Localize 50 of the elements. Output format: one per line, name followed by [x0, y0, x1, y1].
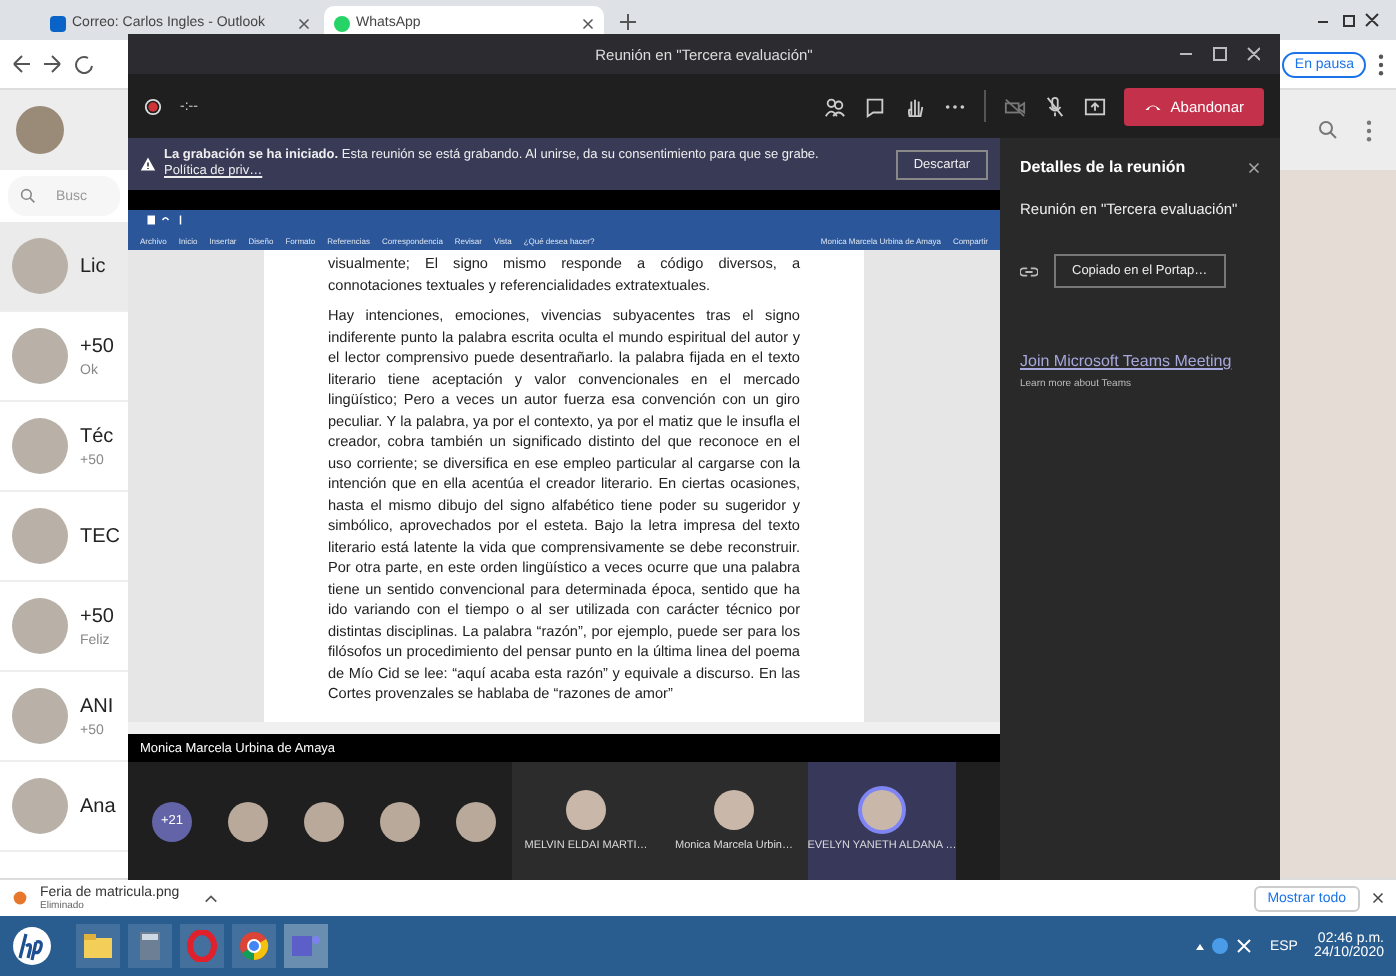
calculator-icon[interactable]: [128, 924, 172, 968]
file-icon: [12, 890, 28, 906]
participant-avatar: [380, 801, 420, 841]
avatar: [12, 508, 68, 564]
participant-avatar: [456, 801, 496, 841]
window-controls-icon[interactable]: [1316, 12, 1380, 28]
chat-icon[interactable]: [864, 95, 887, 117]
panel-title: Detalles de la reunión: [1020, 158, 1186, 176]
participant-avatar: [862, 790, 902, 830]
link-icon: [1020, 265, 1038, 277]
warning-icon: [140, 156, 156, 172]
mic-off-icon[interactable]: [1044, 95, 1067, 117]
menu-icon[interactable]: [1378, 53, 1384, 75]
camera-off-icon[interactable]: [1004, 95, 1027, 117]
search-icon: [20, 188, 36, 204]
raise-hand-icon[interactable]: [904, 95, 927, 117]
tab-favicon-icon: [334, 15, 350, 31]
caret-icon[interactable]: [203, 893, 218, 903]
avatar: [12, 418, 68, 474]
chrome-icon[interactable]: [232, 924, 276, 968]
avatar: [12, 688, 68, 744]
new-tab-icon[interactable]: [620, 14, 636, 30]
chat-item[interactable]: Lic: [0, 222, 128, 312]
join-meeting-link[interactable]: Join Microsoft Teams Meeting: [1020, 352, 1260, 370]
close-icon[interactable]: [298, 17, 310, 29]
phone-icon: [1144, 101, 1163, 111]
chat-item[interactable]: Ana: [0, 762, 128, 852]
avatar: [12, 778, 68, 834]
tray-icons[interactable]: [1193, 936, 1254, 956]
participant-avatar: [304, 801, 344, 841]
participant-avatar: [714, 790, 754, 830]
close-icon[interactable]: [1248, 161, 1260, 173]
tab-favicon-icon: [50, 15, 66, 31]
start-logo-icon[interactable]: [12, 926, 52, 966]
folder-icon[interactable]: [76, 924, 120, 968]
search-icon[interactable]: [1318, 120, 1338, 140]
recording-icon: [144, 97, 162, 115]
participant-avatar: [566, 790, 606, 830]
menu-icon[interactable]: [1366, 119, 1372, 141]
window-controls-icon[interactable]: [1180, 46, 1260, 62]
chat-item[interactable]: TEC: [0, 492, 128, 582]
avatar: [12, 328, 68, 384]
share-screen-icon[interactable]: [1084, 95, 1107, 117]
close-icon[interactable]: [1372, 892, 1384, 904]
avatar: [12, 238, 68, 294]
avatar: [12, 598, 68, 654]
close-icon[interactable]: [582, 17, 594, 29]
profile-avatar[interactable]: [16, 106, 64, 154]
participants-icon[interactable]: [824, 95, 847, 117]
participant-avatar: [228, 801, 268, 841]
